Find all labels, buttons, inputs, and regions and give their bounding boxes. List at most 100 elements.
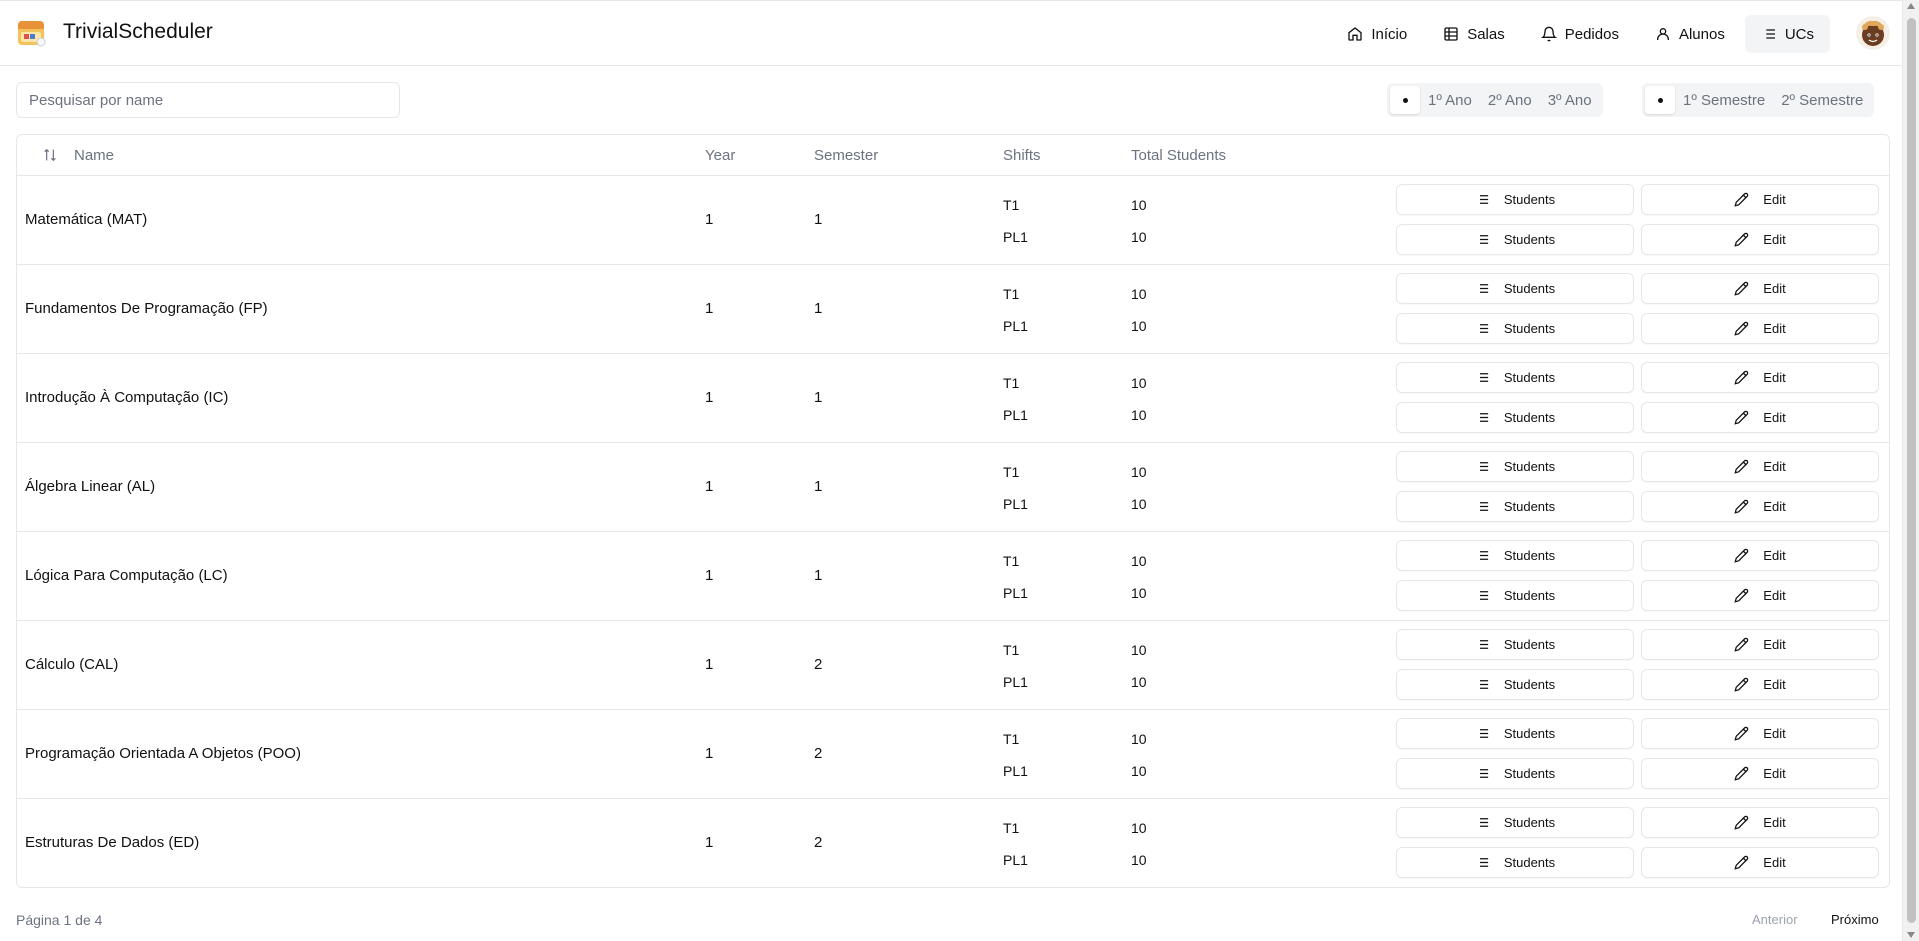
students-button[interactable]: Students — [1396, 491, 1634, 522]
students-button[interactable]: Students — [1396, 718, 1634, 749]
pencil-icon — [1734, 459, 1749, 474]
students-button[interactable]: Students — [1396, 758, 1634, 789]
year-filter-1[interactable]: 1º Ano — [1420, 86, 1480, 114]
edit-button[interactable]: Edit — [1641, 807, 1879, 838]
shift-total-students: 10 — [1131, 229, 1147, 245]
students-button[interactable]: Students — [1396, 540, 1634, 571]
edit-button[interactable]: Edit — [1641, 669, 1879, 700]
uc-year: 1 — [705, 745, 714, 762]
uc-semester: 1 — [814, 478, 823, 495]
shift-label: PL1 — [1003, 674, 1028, 690]
shift-total-students: 10 — [1131, 763, 1147, 779]
user-icon — [1656, 28, 1669, 40]
semester-filter-all[interactable] — [1645, 86, 1675, 114]
list-icon — [1476, 413, 1488, 422]
students-button[interactable]: Students — [1396, 402, 1634, 433]
nav-ucs[interactable]: UCs — [1744, 15, 1830, 53]
nav-salas[interactable]: Salas — [1427, 15, 1521, 53]
edit-button[interactable]: Edit — [1641, 491, 1879, 522]
students-button[interactable]: Students — [1396, 362, 1634, 393]
table-row: Estruturas De Dados (ED) 1 2 T1 PL1 10 10 Stude… — [17, 799, 1889, 888]
edit-button[interactable]: Edit — [1641, 758, 1879, 789]
semester-filter-1[interactable]: 1º Semestre — [1675, 86, 1773, 114]
table-row: Cálculo (CAL) 1 2 T1 PL1 10 10 Students Edit Stud… — [17, 621, 1889, 710]
year-filter-all[interactable] — [1390, 86, 1420, 114]
semester-filter-2[interactable]: 2º Semestre — [1773, 86, 1871, 114]
edit-button[interactable]: Edit — [1641, 362, 1879, 393]
main-nav: Início Salas Pedidos Alunos UCs — [1331, 15, 1830, 53]
header-name[interactable]: Name — [74, 147, 114, 164]
edit-button[interactable]: Edit — [1641, 580, 1879, 611]
previous-page-button[interactable]: Anterior — [1752, 912, 1798, 927]
uc-name: Estruturas De Dados (ED) — [25, 834, 200, 851]
sort-icon[interactable] — [42, 147, 58, 163]
shift-total-students: 10 — [1131, 407, 1147, 423]
students-button-label: Students — [1503, 370, 1556, 385]
uc-year: 1 — [705, 300, 714, 317]
students-button[interactable]: Students — [1396, 629, 1634, 660]
students-button[interactable]: Students — [1396, 224, 1634, 255]
page-scrollbar[interactable] — [1902, 0, 1919, 941]
pencil-icon — [1734, 548, 1749, 563]
avatar[interactable] — [1856, 16, 1890, 50]
shift-label: PL1 — [1003, 763, 1028, 779]
edit-button[interactable]: Edit — [1641, 629, 1879, 660]
nav-inicio[interactable]: Início — [1331, 15, 1423, 53]
header-total-students: Total Students — [1131, 147, 1227, 164]
nav-alunos[interactable]: Alunos — [1639, 15, 1741, 53]
list-icon — [1476, 324, 1488, 333]
students-button[interactable]: Students — [1396, 184, 1634, 215]
students-button[interactable]: Students — [1396, 580, 1634, 611]
edit-button-label: Edit — [1763, 410, 1786, 425]
edit-button-label: Edit — [1763, 766, 1786, 781]
app-title[interactable]: TrivialScheduler — [63, 20, 213, 44]
list-icon — [1762, 29, 1775, 39]
nav-label: Salas — [1467, 25, 1505, 43]
students-button[interactable]: Students — [1396, 313, 1634, 344]
year-filter-2[interactable]: 2º Ano — [1480, 86, 1540, 114]
calendar-logo-icon[interactable] — [16, 17, 48, 49]
students-button[interactable]: Students — [1396, 807, 1634, 838]
scroll-thumb[interactable] — [1907, 18, 1916, 923]
edit-button[interactable]: Edit — [1641, 451, 1879, 482]
edit-button-label: Edit — [1763, 726, 1786, 741]
edit-button[interactable]: Edit — [1641, 718, 1879, 749]
search-input[interactable] — [16, 82, 400, 118]
shift-total-students: 10 — [1131, 674, 1147, 690]
nav-pedidos[interactable]: Pedidos — [1525, 15, 1635, 53]
students-button[interactable]: Students — [1396, 451, 1634, 482]
scroll-up-arrow-icon[interactable] — [1907, 3, 1915, 9]
nav-label: Pedidos — [1564, 25, 1619, 43]
edit-button[interactable]: Edit — [1641, 847, 1879, 878]
edit-button[interactable]: Edit — [1641, 540, 1879, 571]
edit-button[interactable]: Edit — [1641, 313, 1879, 344]
edit-button[interactable]: Edit — [1641, 402, 1879, 433]
edit-button[interactable]: Edit — [1641, 273, 1879, 304]
edit-button-label: Edit — [1763, 321, 1786, 336]
year-filter-3[interactable]: 3º Ano — [1540, 86, 1600, 114]
table-row: Lógica Para Computação (LC) 1 1 T1 PL1 10 10 St… — [17, 532, 1889, 621]
edit-button-label: Edit — [1763, 232, 1786, 247]
header-shifts: Shifts — [1003, 147, 1041, 164]
students-button[interactable]: Students — [1396, 669, 1634, 700]
table-row: Matemática (MAT) 1 1 T1 PL1 10 10 Students Edit S… — [17, 176, 1889, 265]
list-icon — [1476, 284, 1488, 293]
uc-name: Lógica Para Computação (LC) — [25, 567, 228, 584]
next-page-button[interactable]: Próximo — [1831, 912, 1879, 927]
nav-label: Início — [1371, 25, 1408, 43]
students-button-label: Students — [1503, 726, 1556, 741]
scroll-down-arrow-icon[interactable] — [1907, 932, 1915, 938]
students-button[interactable]: Students — [1396, 847, 1634, 878]
shift-total-students: 10 — [1131, 731, 1147, 747]
students-button-label: Students — [1503, 281, 1556, 296]
edit-button[interactable]: Edit — [1641, 224, 1879, 255]
uc-semester: 1 — [814, 389, 823, 406]
edit-button[interactable]: Edit — [1641, 184, 1879, 215]
pencil-icon — [1734, 726, 1749, 741]
pencil-icon — [1734, 192, 1749, 207]
students-button[interactable]: Students — [1396, 273, 1634, 304]
shift-label: PL1 — [1003, 229, 1028, 245]
shift-label: PL1 — [1003, 496, 1028, 512]
shift-total-students: 10 — [1131, 852, 1147, 868]
shift-label: PL1 — [1003, 585, 1028, 601]
